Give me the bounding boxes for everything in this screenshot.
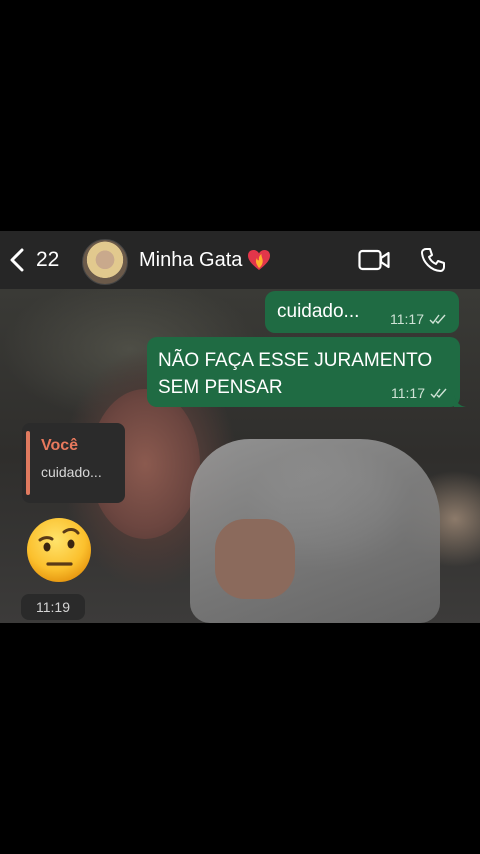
double-check-icon xyxy=(430,388,447,399)
reply-quote-text: cuidado... xyxy=(41,464,102,480)
video-call-icon[interactable] xyxy=(358,248,390,272)
reply-author: Você xyxy=(41,437,79,454)
unread-count: 22 xyxy=(36,248,60,271)
message-meta: 11:17 xyxy=(391,385,448,401)
heart-on-fire-icon xyxy=(248,250,271,270)
double-check-icon xyxy=(429,314,446,325)
message-meta: 11:17 xyxy=(390,311,447,327)
chat-header: 22 Minha Gata xyxy=(0,231,480,289)
contact-title[interactable]: Minha Gata xyxy=(139,248,272,272)
back-button[interactable]: 22 xyxy=(8,245,68,275)
bubble-tail xyxy=(454,395,466,407)
photo-thumbs-up-hand xyxy=(215,519,295,599)
avatar[interactable] xyxy=(82,239,128,285)
face-with-raised-eyebrow-emoji[interactable] xyxy=(25,516,93,584)
reply-quote[interactable]: Você cuidado... xyxy=(22,423,125,503)
outgoing-message[interactable]: NÃO FAÇA ESSE JURAMENTO SEM PENSAR 11:17 xyxy=(147,337,466,407)
reply-accent-bar xyxy=(26,431,30,495)
chevron-left-icon xyxy=(10,248,24,272)
contact-name: Minha Gata xyxy=(139,248,243,271)
message-time: 11:17 xyxy=(390,311,424,327)
phone-call-icon[interactable] xyxy=(420,247,446,273)
message-time: 11:19 xyxy=(21,594,85,620)
message-time: 11:17 xyxy=(391,385,425,401)
message-text: cuidado... xyxy=(277,301,360,322)
chat-screen: 22 Minha Gata cuidado... 11:17 NÃO FAÇA … xyxy=(0,231,480,623)
outgoing-message[interactable]: cuidado... 11:17 xyxy=(265,291,459,333)
